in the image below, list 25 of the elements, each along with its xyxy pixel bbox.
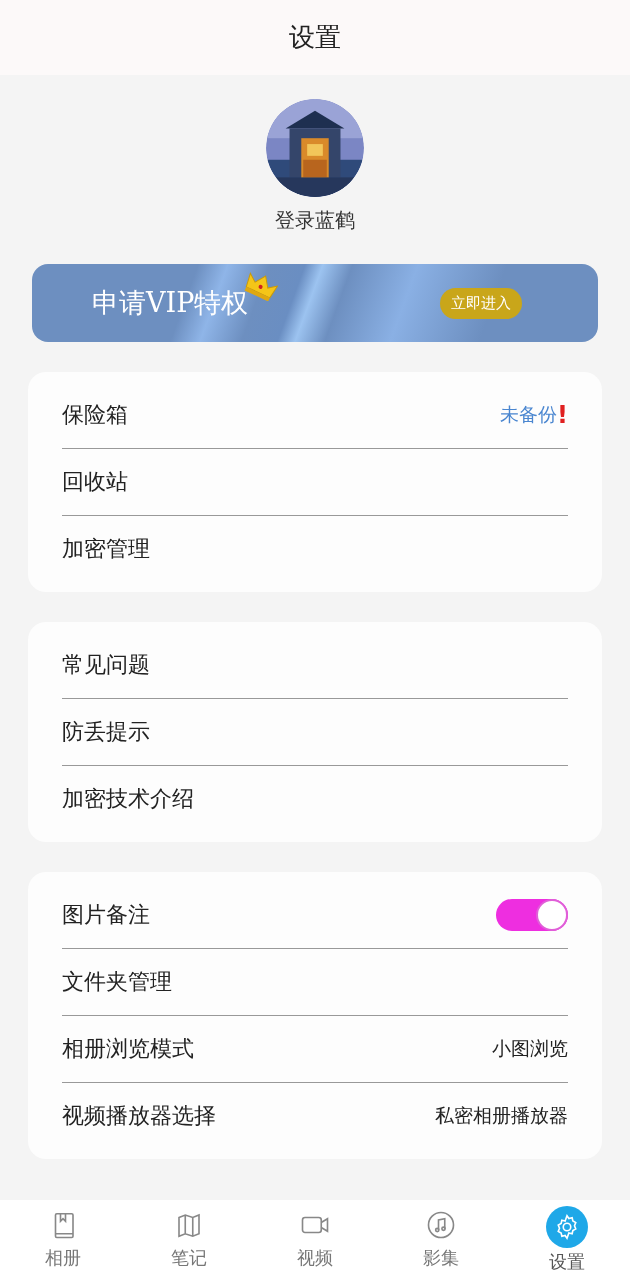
setting-label[interactable]: 常见问题: [62, 650, 150, 680]
toggle-switch[interactable]: [496, 899, 568, 931]
setting-label[interactable]: 图片备注: [62, 900, 150, 930]
vip-title: 申请VIP特权: [92, 286, 249, 320]
setting-label[interactable]: 防丢提示: [62, 717, 150, 747]
setting-value: 小图浏览: [492, 1036, 568, 1061]
tab[interactable]: 影集: [401, 1210, 481, 1270]
setting-label[interactable]: 相册浏览模式: [62, 1034, 194, 1064]
tab[interactable]: 相册: [23, 1210, 103, 1270]
setting-label[interactable]: 回收站: [62, 467, 128, 497]
page-title: 设置: [289, 21, 341, 54]
setting-label[interactable]: 加密管理: [62, 534, 150, 564]
setting-label[interactable]: 视频播放器选择: [62, 1101, 216, 1131]
settings-icon: [546, 1206, 588, 1248]
setting-label[interactable]: 保险箱: [62, 400, 128, 430]
login-link[interactable]: 登录蓝鹤: [275, 207, 355, 234]
setting-label[interactable]: 加密技术介绍: [62, 784, 194, 814]
music-icon: [426, 1210, 456, 1240]
warning-mark: !: [557, 401, 568, 429]
setting-label[interactable]: 文件夹管理: [62, 967, 172, 997]
tab[interactable]: 设置: [527, 1206, 607, 1274]
backup-status: 未备份: [500, 402, 558, 427]
tab[interactable]: 笔记: [149, 1210, 229, 1270]
tab[interactable]: 视频: [275, 1210, 355, 1270]
setting-value: 私密相册播放器: [435, 1103, 568, 1128]
